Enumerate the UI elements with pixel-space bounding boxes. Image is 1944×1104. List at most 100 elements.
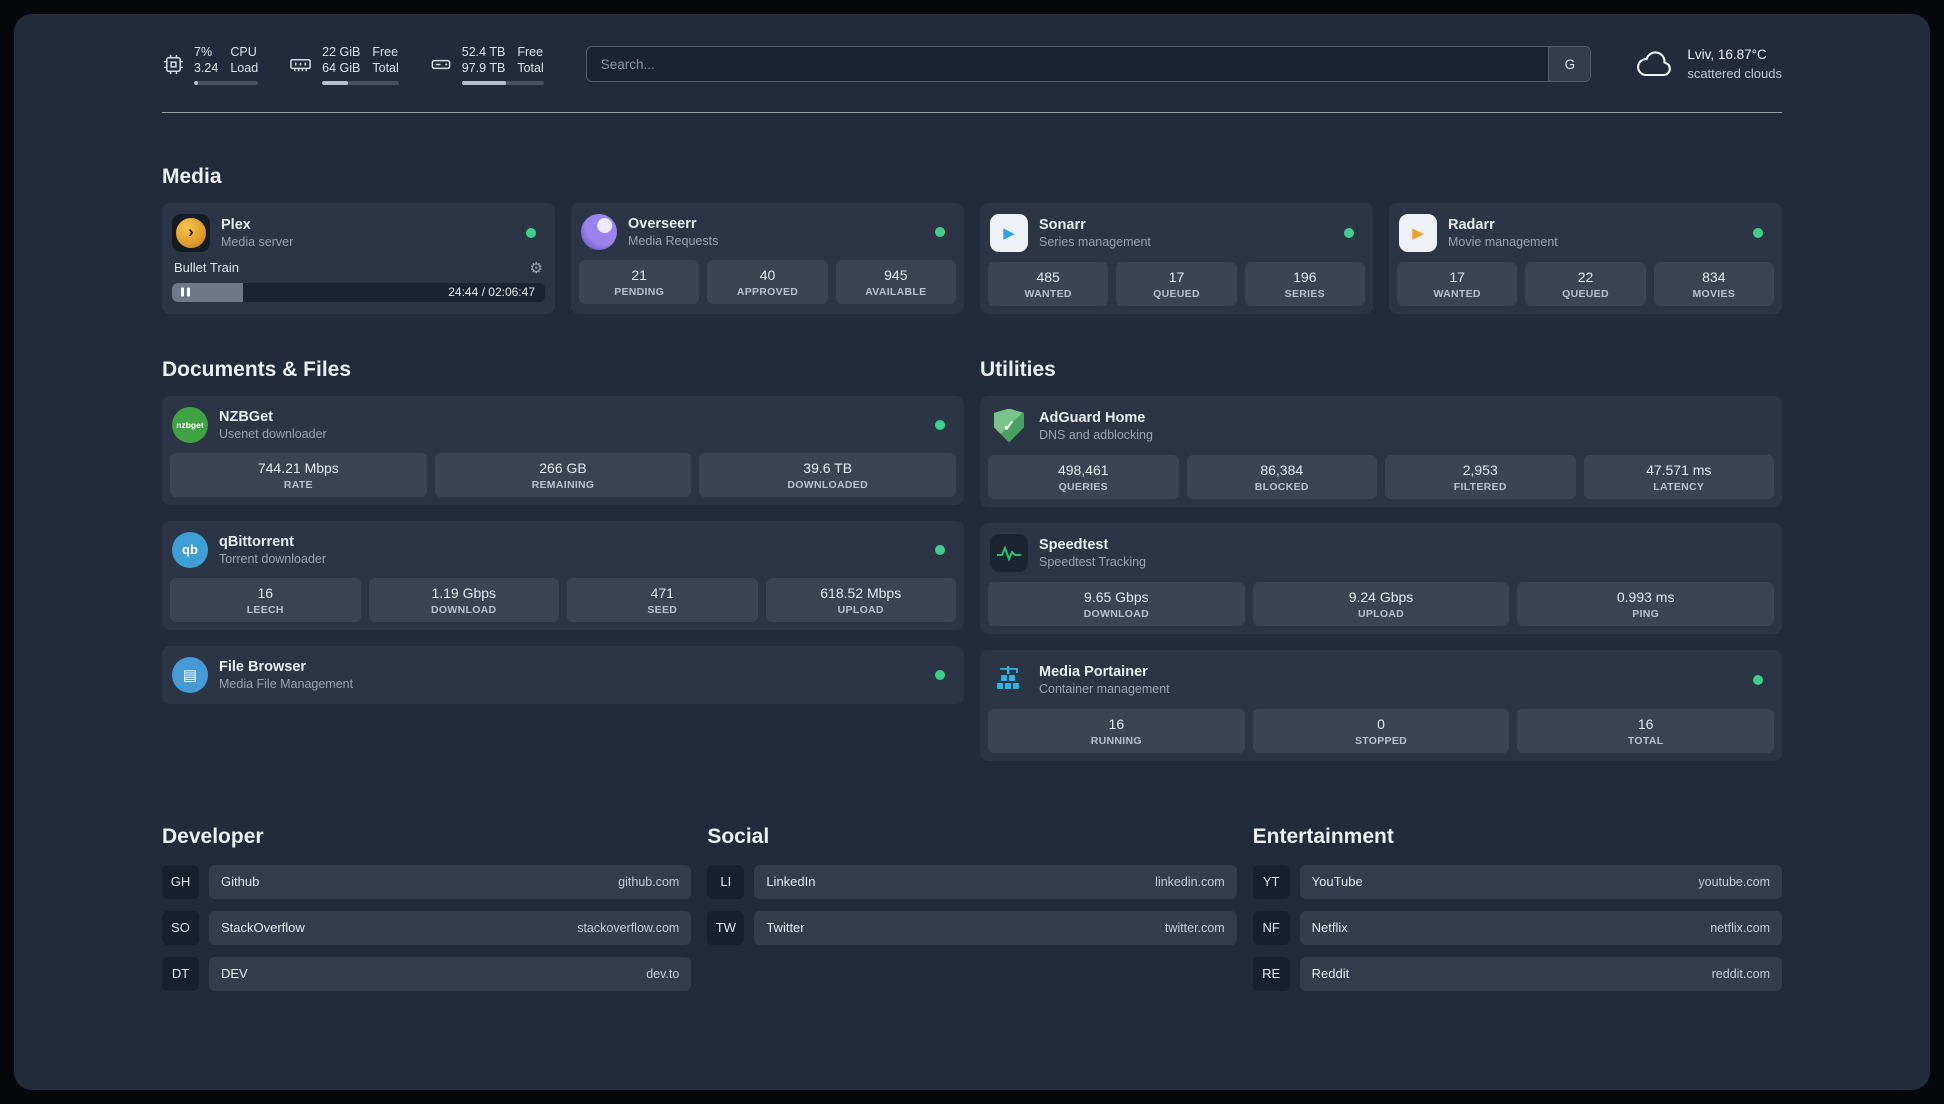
service-name: AdGuard Home	[1039, 409, 1146, 426]
cpu-progress-bar	[194, 80, 259, 85]
status-dot	[1753, 227, 1763, 238]
section-media: Media › Plex Media server Bullet Train ⚙	[162, 165, 1782, 314]
search-provider-button[interactable]: G	[1548, 47, 1591, 82]
qbittorrent-icon: qb	[172, 531, 208, 568]
stat-queued: 17 QUEUED	[1116, 261, 1237, 306]
system-resources: 7% 3.24 CPU Load 22 GiB 64 GiB Free Tota…	[162, 44, 544, 85]
cpu-load-value: 3.24	[194, 61, 219, 76]
service-subtitle: Container management	[1039, 681, 1170, 696]
stat-remaining: 266 GB REMAINING	[434, 452, 692, 497]
service-card-speedtest[interactable]: Speedtest Speedtest Tracking 9.65 Gbps DO…	[980, 522, 1782, 634]
status-dot	[935, 226, 945, 237]
bookmark-group-social: Social LI LinkedIn linkedin.com TW Twitte…	[707, 825, 1237, 1003]
bookmark-stackoverflow[interactable]: SO StackOverflow stackoverflow.com	[162, 910, 692, 945]
search-input[interactable]	[586, 47, 1549, 82]
stat-running: 16 RUNNING	[988, 708, 1245, 753]
service-name: Plex	[221, 216, 251, 233]
memory-total-label: Total	[372, 61, 399, 76]
bookmark-url: youtube.com	[1698, 874, 1770, 889]
stat-blocked: 86,384 BLOCKED	[1186, 454, 1377, 499]
search-bar[interactable]: G	[585, 46, 1592, 83]
adguard-icon: ✓	[990, 407, 1028, 445]
bookmark-linkedin[interactable]: LI LinkedIn linkedin.com	[707, 864, 1237, 899]
service-card-sonarr[interactable]: ▶ Sonarr Series management 485 WANTED 17 Q…	[980, 202, 1373, 314]
cpu-usage-value: 7%	[194, 45, 213, 59]
stat-queries: 498,461 QUERIES	[988, 454, 1179, 499]
weather-location: Lviv, 16.87°C	[1687, 47, 1767, 63]
stat-movies: 834 MOVIES	[1653, 261, 1774, 306]
disk-free-label: Free	[517, 45, 544, 59]
bookmark-group-entertainment: Entertainment YT YouTube youtube.com NF N…	[1252, 824, 1782, 1003]
status-dot	[935, 669, 945, 680]
memory-total-value: 64 GiB	[322, 61, 361, 76]
bookmark-twitter[interactable]: TW Twitter twitter.com	[707, 910, 1237, 945]
service-card-nzbget[interactable]: nzbget NZBGet Usenet downloader 744.21 M…	[162, 395, 964, 505]
service-card-overseerr[interactable]: Overseerr Media Requests 21 PENDING 40 APP…	[571, 202, 964, 314]
status-dot	[935, 419, 945, 430]
bookmark-url: reddit.com	[1711, 966, 1770, 981]
bookmark-name: Reddit	[1311, 966, 1350, 981]
gear-icon[interactable]: ⚙	[530, 259, 543, 277]
bookmark-youtube[interactable]: YT YouTube youtube.com	[1252, 864, 1782, 899]
stat-latency: 47.571 ms LATENCY	[1583, 454, 1774, 499]
bookmark-abbr: GH	[162, 864, 199, 899]
overseerr-icon	[581, 213, 617, 250]
playback-progress-bar: 24:44 / 02:06:47	[172, 282, 545, 302]
bookmark-url: linkedin.com	[1155, 874, 1225, 889]
service-name: Sonarr	[1039, 216, 1086, 233]
service-card-plex[interactable]: › Plex Media server Bullet Train ⚙ 24:44…	[162, 202, 555, 314]
dashboard-page: 7% 3.24 CPU Load 22 GiB 64 GiB Free Tota…	[162, 14, 1782, 1003]
service-name: Speedtest	[1039, 536, 1109, 553]
service-subtitle: Usenet downloader	[219, 426, 327, 441]
entertainment-section-title: Entertainment	[1252, 824, 1394, 848]
stat-downloaded: 39.6 TB DOWNLOADED	[699, 452, 957, 497]
stat-filtered: 2,953 FILTERED	[1385, 454, 1576, 499]
bookmark-name: DEV	[221, 966, 248, 981]
bookmark-abbr: YT	[1252, 864, 1290, 899]
sonarr-icon: ▶	[990, 213, 1028, 252]
status-dot	[526, 227, 536, 238]
portainer-icon	[990, 661, 1028, 699]
status-dot	[1344, 227, 1354, 238]
bookmark-url: dev.to	[646, 966, 680, 981]
service-name: qBittorrent	[219, 533, 294, 550]
service-card-qbittorrent[interactable]: qb qBittorrent Torrent downloader 16 LEEC…	[162, 520, 964, 630]
service-subtitle: Speedtest Tracking	[1039, 554, 1147, 569]
shield-check-icon: ✓	[994, 408, 1024, 443]
disk-widget: 52.4 TB 97.9 TB Free Total	[429, 44, 544, 85]
utilities-section-title: Utilities	[980, 357, 1056, 381]
bookmark-name: StackOverflow	[221, 920, 305, 935]
developer-section-title: Developer	[162, 824, 264, 848]
cpu-usage-label: CPU	[230, 45, 257, 59]
service-card-filebrowser[interactable]: ▤ File Browser Media File Management	[162, 645, 964, 704]
stat-leech: 16 LEECH	[170, 577, 361, 622]
section-utilities: Utilities ✓ AdGuard Home DNS and adblock…	[980, 358, 1782, 761]
bookmark-abbr: TW	[707, 910, 745, 945]
nzbget-icon: nzbget	[172, 406, 208, 443]
pause-button[interactable]	[181, 287, 190, 297]
memory-free-label: Free	[372, 45, 399, 59]
service-card-radarr[interactable]: ▶ Radarr Movie management 17 WANTED 22 QUE…	[1389, 202, 1782, 314]
service-subtitle: Media server	[221, 234, 294, 249]
bookmark-name: YouTube	[1311, 874, 1363, 889]
bookmark-netflix[interactable]: NF Netflix netflix.com	[1252, 910, 1782, 945]
filebrowser-icon: ▤	[172, 656, 208, 693]
playback-time: 24:44 / 02:06:47	[448, 285, 535, 299]
cpu-icon	[162, 53, 185, 76]
bookmark-abbr: LI	[707, 864, 745, 899]
service-card-portainer[interactable]: Media Portainer Container management 16 R…	[980, 649, 1782, 761]
stat-upload: 618.52 Mbps UPLOAD	[765, 577, 956, 622]
disk-progress-bar	[461, 80, 544, 85]
disk-total-label: Total	[517, 61, 544, 76]
section-documents: Documents & Files nzbget NZBGet Usenet d…	[162, 358, 964, 761]
disk-readout: 52.4 TB 97.9 TB Free Total	[461, 44, 544, 85]
speedtest-icon	[990, 533, 1028, 572]
stat-rate: 744.21 Mbps RATE	[170, 452, 427, 497]
bookmark-reddit[interactable]: RE Reddit reddit.com	[1252, 956, 1782, 991]
bookmark-github[interactable]: GH Github github.com	[162, 864, 692, 899]
stat-pending: 21 PENDING	[579, 259, 700, 304]
media-section-title: Media	[162, 164, 222, 188]
service-subtitle: Series management	[1039, 234, 1151, 249]
service-card-adguard[interactable]: ✓ AdGuard Home DNS and adblocking 498,46…	[980, 395, 1782, 507]
bookmark-dev[interactable]: DT DEV dev.to	[162, 956, 692, 991]
